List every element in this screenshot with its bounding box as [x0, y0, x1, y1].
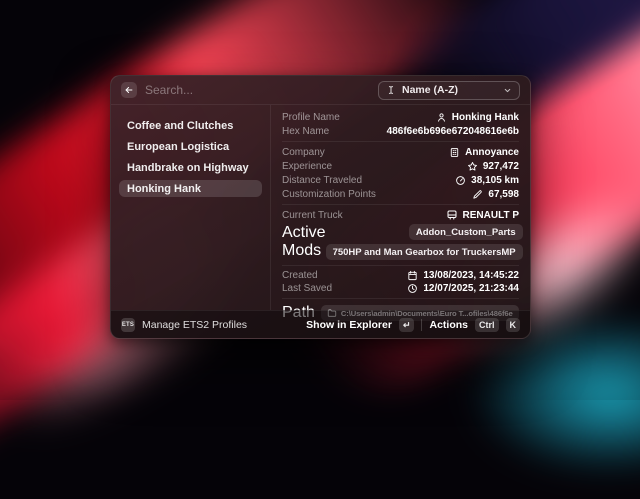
detail-row-active-mods: Active Mods Addon_Custom_Parts 750HP and…: [282, 222, 519, 262]
person-icon: [436, 112, 447, 123]
arrow-left-icon: [124, 85, 134, 95]
calendar-icon: [407, 270, 418, 281]
sort-dropdown-label: Name (A-Z): [402, 84, 497, 96]
sort-dropdown[interactable]: Name (A-Z): [378, 81, 520, 100]
active-mods-label: Active Mods: [282, 224, 326, 260]
customization-label: Customization Points: [282, 189, 376, 200]
detail-row-profile-name: Profile Name Honking Hank: [282, 110, 519, 124]
k-key-badge: K: [506, 318, 521, 332]
distance-label: Distance Traveled: [282, 175, 362, 186]
mod-badge: Addon_Custom_Parts: [409, 224, 523, 240]
profile-item-european-logistica[interactable]: European Logistica: [119, 138, 262, 155]
clock-icon: [407, 283, 418, 294]
company-value: Annoyance: [465, 147, 519, 158]
divider: [282, 204, 519, 205]
current-truck-value: RENAULT P: [463, 210, 519, 221]
detail-row-current-truck: Current Truck RENAULT P: [282, 208, 519, 222]
active-mods-badges: Addon_Custom_Parts 750HP and Man Gearbox…: [326, 222, 523, 262]
profile-name-label: Profile Name: [282, 112, 340, 123]
divider: [282, 141, 519, 142]
profile-list: Coffee and Clutches European Logistica H…: [111, 105, 271, 310]
experience-value: 927,472: [483, 161, 519, 172]
divider: [282, 298, 519, 299]
gauge-icon: [455, 175, 466, 186]
detail-pane: Profile Name Honking Hank Hex Name 486f6…: [271, 105, 530, 310]
pencil-icon: [472, 189, 483, 200]
experience-label: Experience: [282, 161, 332, 172]
mod-badge: 750HP and Man Gearbox for TruckersMP: [326, 244, 523, 260]
detail-row-customization: Customization Points 67,598: [282, 187, 519, 201]
footer-divider: [421, 319, 422, 331]
footer-actions: Show in Explorer ↵ Actions Ctrl K: [306, 318, 520, 332]
show-in-explorer-button[interactable]: Show in Explorer: [306, 319, 392, 331]
actions-button[interactable]: Actions: [429, 319, 468, 331]
profile-item-honking-hank[interactable]: Honking Hank: [119, 180, 262, 197]
detail-row-experience: Experience 927,472: [282, 159, 519, 173]
created-value: 13/08/2023, 14:45:22: [423, 270, 519, 281]
chevron-down-icon: [503, 86, 512, 95]
header: Name (A-Z): [111, 76, 530, 105]
ets2-profile-manager-window: Name (A-Z) Coffee and Clutches European …: [110, 75, 531, 339]
profile-item-coffee-and-clutches[interactable]: Coffee and Clutches: [119, 117, 262, 134]
detail-row-created: Created 13/08/2023, 14:45:22: [282, 269, 519, 282]
hex-name-value: 486f6e6b696e672048616e6b: [387, 126, 519, 137]
footer-app: ETS Manage ETS2 Profiles: [121, 318, 247, 332]
current-truck-label: Current Truck: [282, 210, 343, 221]
detail-row-hex-name: Hex Name 486f6e6b696e672048616e6b: [282, 124, 519, 138]
last-saved-label: Last Saved: [282, 283, 332, 294]
detail-row-company: Company Annoyance: [282, 145, 519, 159]
last-saved-value: 12/07/2025, 21:23:44: [423, 283, 519, 294]
main-area: Coffee and Clutches European Logistica H…: [111, 105, 530, 310]
detail-row-last-saved: Last Saved 12/07/2025, 21:23:44: [282, 282, 519, 295]
search-input[interactable]: [145, 83, 370, 97]
star-icon: [467, 161, 478, 172]
divider: [282, 265, 519, 266]
footer: ETS Manage ETS2 Profiles Show in Explore…: [111, 310, 530, 338]
company-label: Company: [282, 147, 325, 158]
distance-value: 38,105 km: [471, 175, 519, 186]
ets2-logo-icon: ETS: [121, 318, 135, 332]
building-icon: [449, 147, 460, 158]
profile-item-handbrake-on-highway[interactable]: Handbrake on Highway: [119, 159, 262, 176]
detail-row-distance: Distance Traveled 38,105 km: [282, 173, 519, 187]
profile-name-value: Honking Hank: [452, 112, 519, 123]
truck-icon: [446, 209, 458, 221]
hex-name-label: Hex Name: [282, 126, 329, 137]
enter-key-icon: ↵: [399, 318, 415, 332]
text-cursor-icon: [386, 84, 396, 96]
back-button[interactable]: [121, 82, 137, 98]
customization-value: 67,598: [488, 189, 519, 200]
created-label: Created: [282, 270, 318, 281]
ctrl-key-badge: Ctrl: [475, 318, 499, 332]
footer-app-label: Manage ETS2 Profiles: [142, 319, 247, 331]
